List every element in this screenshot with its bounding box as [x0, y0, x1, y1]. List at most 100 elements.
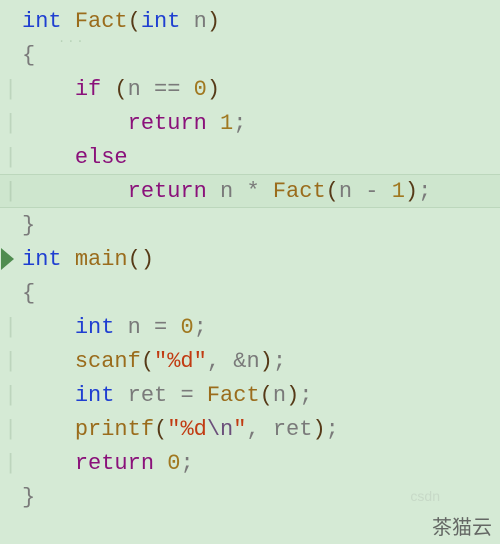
paren-open: ( — [260, 383, 273, 408]
gutter: | — [4, 349, 22, 374]
space — [114, 383, 127, 408]
indent — [22, 349, 75, 374]
indent — [22, 417, 75, 442]
semicolon: ; — [180, 451, 193, 476]
paren-open: ( — [141, 349, 154, 374]
code-line: | int ret = Fact(n); — [0, 378, 500, 412]
keyword-return: return — [75, 451, 154, 476]
watermark: 茶猫云 — [432, 511, 492, 540]
code-line: { — [0, 38, 500, 72]
brace-close: } — [22, 485, 35, 510]
space — [194, 383, 207, 408]
operator-minus: - — [365, 179, 378, 204]
operator-eq: = — [180, 383, 193, 408]
number: 1 — [392, 179, 405, 204]
indent — [22, 383, 75, 408]
space — [180, 77, 193, 102]
operator: == — [154, 77, 180, 102]
space — [167, 383, 180, 408]
gutter: | — [4, 111, 22, 136]
paren-open: ( — [128, 9, 141, 34]
code-line: { — [0, 276, 500, 310]
gutter: | — [4, 179, 22, 204]
identifier: n — [220, 179, 233, 204]
identifier: ret — [128, 383, 168, 408]
space — [352, 179, 365, 204]
paren-close: ) — [312, 417, 325, 442]
identifier: n — [273, 383, 286, 408]
space — [141, 315, 154, 340]
paren-close: ) — [286, 383, 299, 408]
space — [101, 77, 114, 102]
string-body: %d — [180, 417, 206, 442]
number: 1 — [220, 111, 233, 136]
space — [220, 349, 233, 374]
operator-star: * — [246, 179, 259, 204]
comma: , — [246, 417, 259, 442]
semicolon: ; — [194, 315, 207, 340]
keyword-if: if — [75, 77, 101, 102]
paren-open: ( — [154, 417, 167, 442]
space — [154, 451, 167, 476]
code-line: | scanf("%d", &n); — [0, 344, 500, 378]
space — [260, 417, 273, 442]
space — [207, 111, 220, 136]
space — [260, 179, 273, 204]
identifier: n — [194, 9, 207, 34]
gutter: | — [4, 145, 22, 170]
function: main — [75, 247, 128, 272]
gutter: | — [4, 383, 22, 408]
identifier: n — [128, 77, 141, 102]
number: 0 — [180, 315, 193, 340]
space — [378, 179, 391, 204]
semicolon: ; — [299, 383, 312, 408]
indent — [22, 451, 75, 476]
code-line: } — [0, 208, 500, 242]
code-line: | return 1; — [0, 106, 500, 140]
indent — [22, 315, 75, 340]
code-line: | else — [0, 140, 500, 174]
space — [62, 9, 75, 34]
code-line: | printf("%d\n", ret); — [0, 412, 500, 446]
paren-open: ( — [326, 179, 339, 204]
brace-open: { — [22, 43, 35, 68]
space — [207, 179, 220, 204]
identifier: ret — [273, 417, 313, 442]
number: 0 — [167, 451, 180, 476]
keyword: int — [141, 9, 181, 34]
indent — [22, 179, 128, 204]
space — [141, 77, 154, 102]
string: "%d" — [154, 349, 207, 374]
paren-close: ) — [141, 247, 154, 272]
space — [180, 9, 193, 34]
space — [62, 247, 75, 272]
function: printf — [75, 417, 154, 442]
ampersand: & — [233, 349, 246, 374]
gutter: | — [4, 315, 22, 340]
function: scanf — [75, 349, 141, 374]
gutter: | — [4, 451, 22, 476]
code-line: | int n = 0; — [0, 310, 500, 344]
code-line: int Fact(int n) — [0, 0, 500, 38]
code-editor: ... int Fact(int n) { | if (n == 0) | re… — [0, 0, 500, 544]
function: Fact — [273, 179, 326, 204]
string-quote: " — [233, 417, 246, 442]
identifier: n — [128, 315, 141, 340]
brace-open: { — [22, 281, 35, 306]
function: Fact — [75, 9, 128, 34]
string-quote: " — [167, 417, 180, 442]
escape-seq: \n — [207, 417, 233, 442]
gutter: | — [4, 417, 22, 442]
semicolon: ; — [273, 349, 286, 374]
indent — [22, 77, 75, 102]
keyword-return: return — [128, 179, 207, 204]
keyword: int — [75, 383, 115, 408]
identifier: n — [246, 349, 259, 374]
paren-close: ) — [207, 9, 220, 34]
brace-close: } — [22, 213, 35, 238]
paren-open: ( — [114, 77, 127, 102]
function: Fact — [207, 383, 260, 408]
code-line-highlighted: | return n * Fact(n - 1); — [0, 174, 500, 208]
operator-eq: = — [154, 315, 167, 340]
identifier: n — [339, 179, 352, 204]
